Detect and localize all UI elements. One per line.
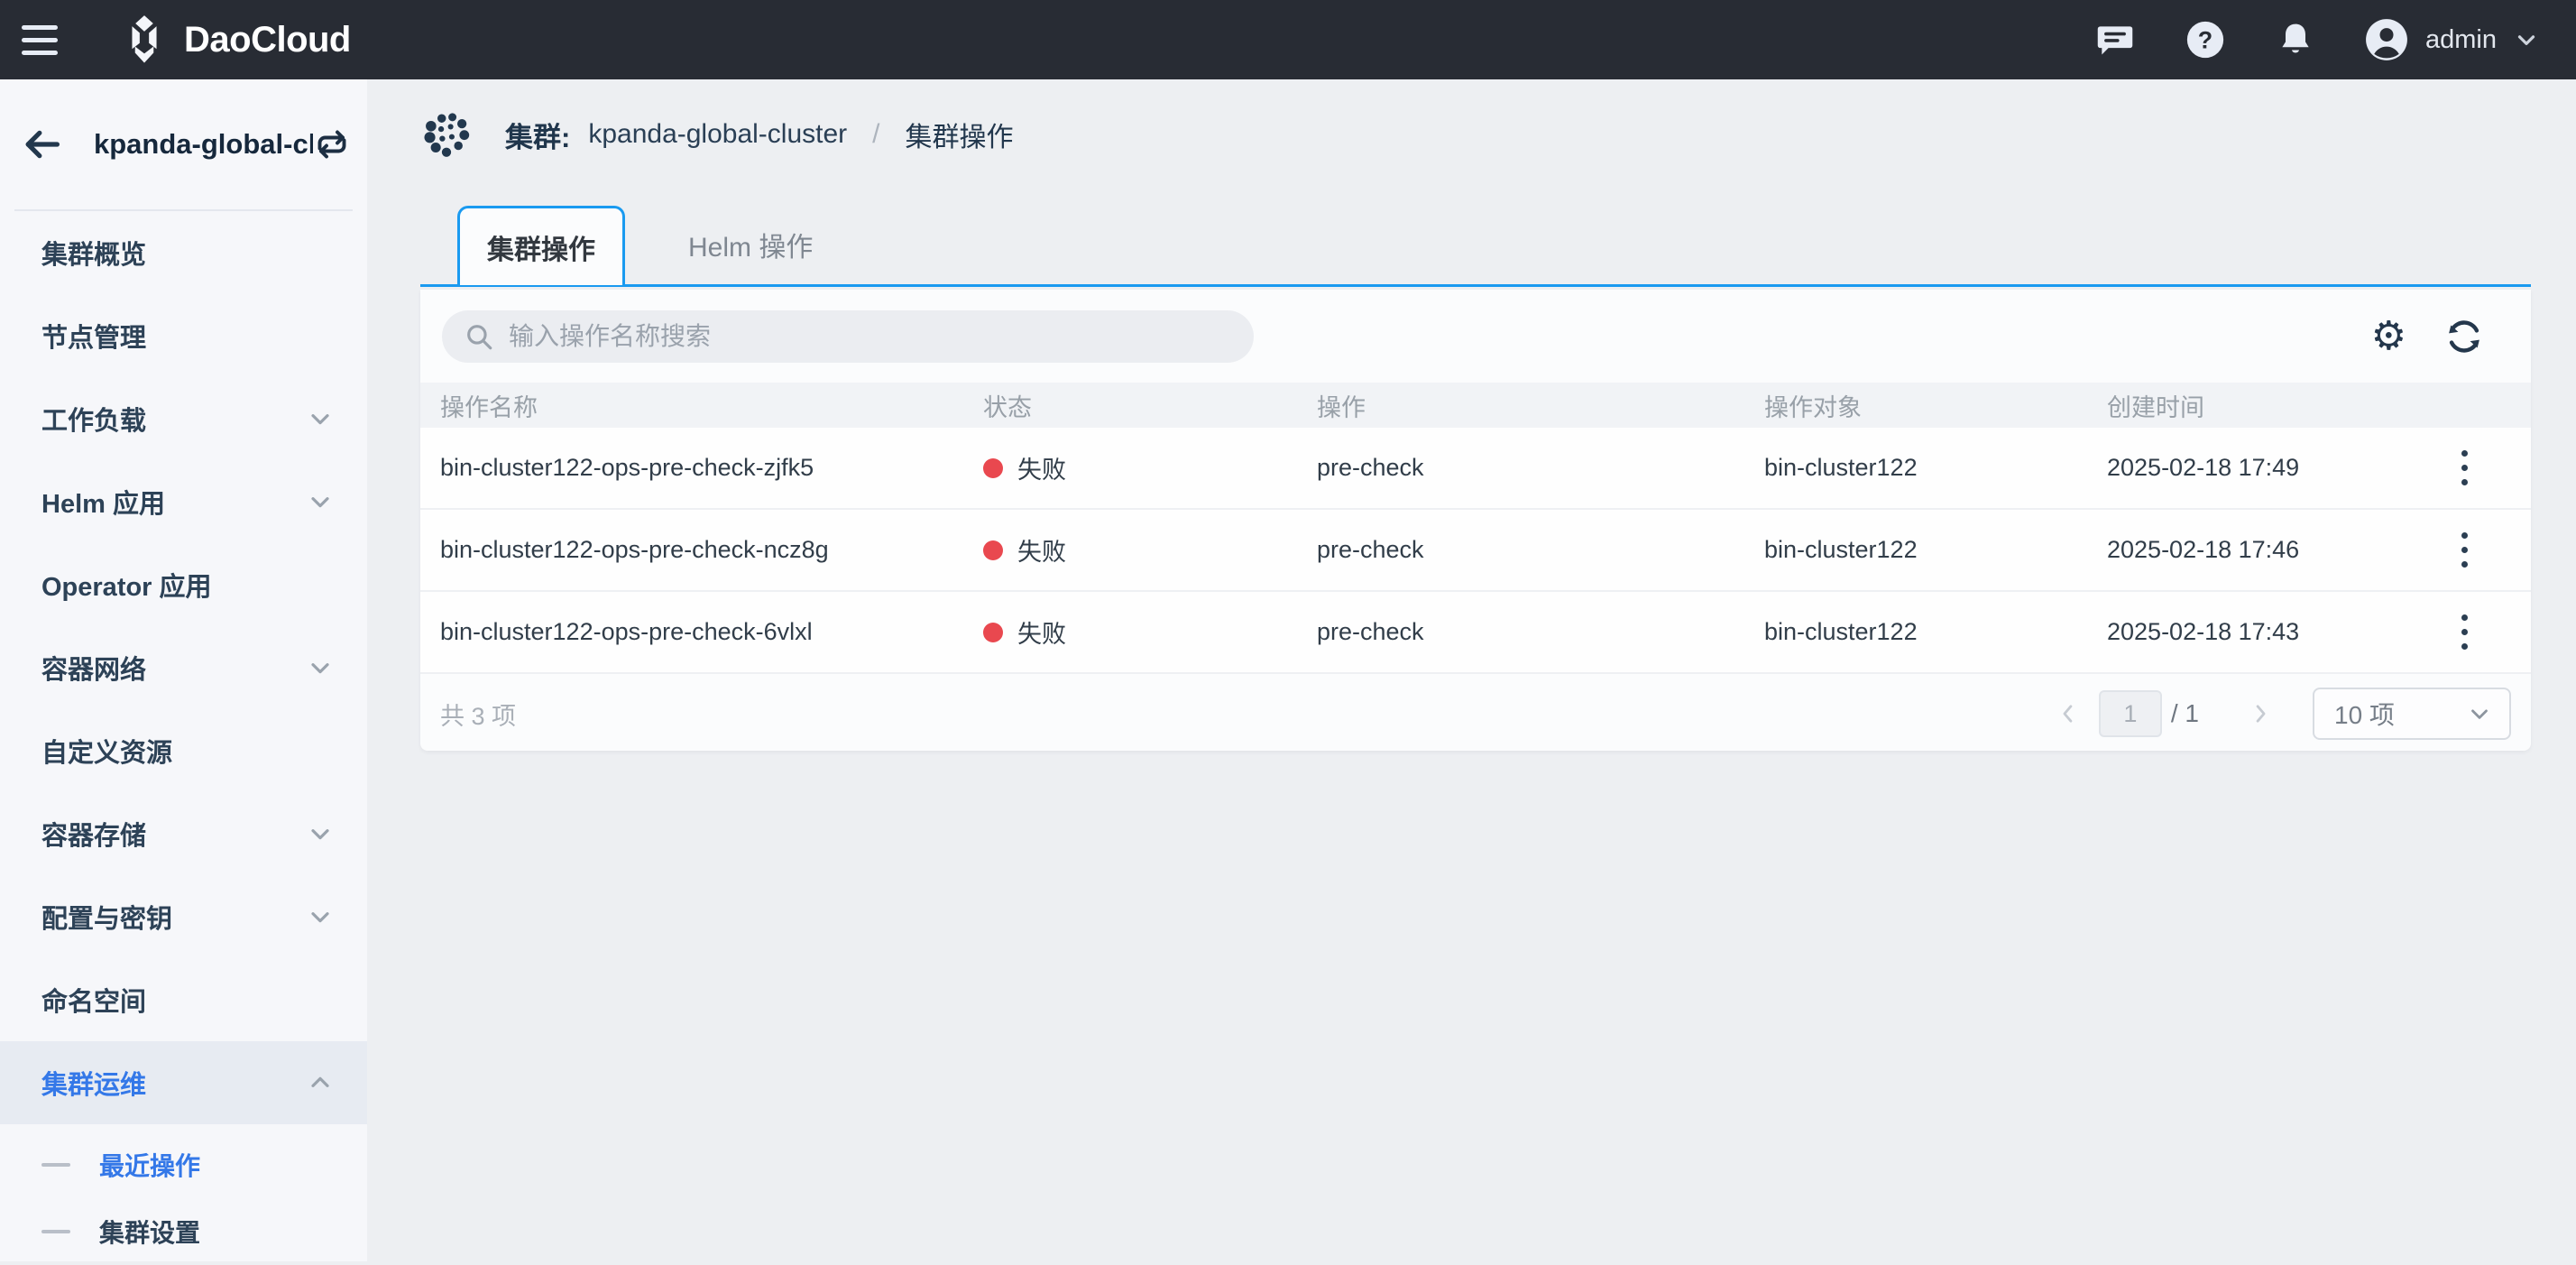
- total-count: 共 3 项: [440, 697, 516, 732]
- notification-bell-icon[interactable]: [2274, 18, 2317, 61]
- status-badge: 失败: [1017, 532, 1066, 568]
- search-input[interactable]: [509, 322, 1232, 351]
- sidebar: kpanda-global-cl... 集群概览 节点管理 工作负载 Helm …: [0, 79, 367, 1261]
- breadcrumb: 集群: kpanda-global-cluster / 集群操作: [420, 108, 1014, 161]
- row-actions-kebab-icon[interactable]: [2454, 525, 2475, 575]
- operation-type: pre-check: [1317, 454, 1764, 482]
- avatar: [2364, 17, 2409, 62]
- toolbar: ⚙: [420, 290, 2531, 383]
- tab-helm-operations[interactable]: Helm 操作: [625, 205, 876, 284]
- sidebar-subitem-cluster-settings[interactable]: 集群设置: [0, 1198, 367, 1265]
- status-badge: 失败: [1017, 450, 1066, 485]
- help-icon[interactable]: ?: [2184, 18, 2227, 61]
- breadcrumb-cluster[interactable]: kpanda-global-cluster: [588, 119, 847, 150]
- column-header-target: 操作对象: [1764, 388, 2107, 423]
- operations-panel: ⚙ 操作名称 状态 操作 操作对象 创建时间 bin-cluster122-op…: [420, 290, 2531, 751]
- table-header: 操作名称 状态 操作 操作对象 创建时间: [420, 383, 2531, 428]
- refresh-icon[interactable]: [2444, 317, 2484, 356]
- column-header-name: 操作名称: [440, 388, 983, 423]
- message-icon[interactable]: [2093, 18, 2137, 61]
- operation-name: bin-cluster122-ops-pre-check-zjfk5: [440, 454, 983, 482]
- sidebar-item-config-secrets[interactable]: 配置与密钥: [0, 875, 367, 958]
- topbar: DaoCloud ?: [0, 0, 2576, 79]
- page-size-select[interactable]: 10 项: [2313, 688, 2511, 740]
- created-time: 2025-02-18 17:43: [2107, 618, 2435, 646]
- operation-name: bin-cluster122-ops-pre-check-6vlxl: [440, 618, 983, 646]
- main-content: 集群: kpanda-global-cluster / 集群操作 集群操作 He…: [367, 79, 2576, 1261]
- brand: DaoCloud: [119, 14, 351, 65]
- menu-toggle-icon[interactable]: [0, 0, 79, 79]
- status-badge: 失败: [1017, 614, 1066, 650]
- daocloud-logo-icon: [119, 14, 170, 65]
- table-row: bin-cluster122-ops-pre-check-zjfk5 失败 pr…: [420, 428, 2531, 510]
- dash-icon: [41, 1163, 70, 1167]
- operation-type: pre-check: [1317, 536, 1764, 564]
- created-time: 2025-02-18 17:46: [2107, 536, 2435, 564]
- username: admin: [2425, 25, 2497, 55]
- chevron-down-icon: [306, 902, 335, 931]
- prev-page-chevron-icon[interactable]: [2050, 696, 2086, 732]
- sidebar-item-workloads[interactable]: 工作负载: [0, 377, 367, 460]
- status-failed-dot-icon: [983, 458, 1003, 478]
- pagination: / 1 10 项: [2050, 688, 2511, 740]
- sidebar-item-cluster-overview[interactable]: 集群概览: [0, 211, 367, 294]
- table-footer: 共 3 项 / 1 10 项: [420, 674, 2531, 753]
- sidebar-item-container-network[interactable]: 容器网络: [0, 626, 367, 709]
- chevron-down-icon: [306, 404, 335, 433]
- breadcrumb-prefix: 集群:: [505, 115, 570, 155]
- sidebar-item-cluster-ops[interactable]: 集群运维: [0, 1041, 367, 1124]
- next-page-chevron-icon[interactable]: [2242, 696, 2278, 732]
- chevron-down-icon: [306, 819, 335, 848]
- tab-cluster-operations[interactable]: 集群操作: [457, 206, 625, 285]
- sidebar-item-container-storage[interactable]: 容器存储: [0, 792, 367, 875]
- chevron-down-icon: [306, 653, 335, 682]
- operation-name: bin-cluster122-ops-pre-check-ncz8g: [440, 536, 983, 564]
- sidebar-subitem-recent-operations[interactable]: 最近操作: [0, 1131, 367, 1198]
- row-actions-kebab-icon[interactable]: [2454, 607, 2475, 657]
- chevron-down-icon: [306, 487, 335, 516]
- table-row: bin-cluster122-ops-pre-check-ncz8g 失败 pr…: [420, 510, 2531, 592]
- column-header-status: 状态: [983, 388, 1317, 423]
- page-total: / 1: [2171, 699, 2199, 728]
- user-menu[interactable]: admin: [2364, 17, 2540, 62]
- tab-bar: 集群操作 Helm 操作: [420, 208, 2531, 287]
- operation-target: bin-cluster122: [1764, 454, 2107, 482]
- svg-text:?: ?: [2198, 27, 2213, 54]
- operation-type: pre-check: [1317, 618, 1764, 646]
- column-header-created: 创建时间: [2107, 388, 2435, 423]
- cluster-dots-icon: [420, 108, 473, 161]
- search-icon: [464, 321, 494, 352]
- sidebar-item-custom-resources[interactable]: 自定义资源: [0, 709, 367, 792]
- switch-cluster-icon[interactable]: [313, 125, 351, 163]
- sidebar-item-node-management[interactable]: 节点管理: [0, 294, 367, 377]
- status-failed-dot-icon: [983, 623, 1003, 642]
- sidebar-item-namespaces[interactable]: 命名空间: [0, 958, 367, 1041]
- row-actions-kebab-icon[interactable]: [2454, 443, 2475, 493]
- breadcrumb-current: 集群操作: [906, 115, 1014, 154]
- status-cell: 失败: [983, 614, 1317, 650]
- created-time: 2025-02-18 17:49: [2107, 454, 2435, 482]
- operation-target: bin-cluster122: [1764, 536, 2107, 564]
- sidebar-item-operator-apps[interactable]: Operator 应用: [0, 543, 367, 626]
- chevron-up-icon: [306, 1068, 335, 1097]
- page-size-value: 10 项: [2334, 696, 2395, 732]
- status-cell: 失败: [983, 450, 1317, 485]
- settings-gear-icon[interactable]: ⚙: [2371, 317, 2406, 356]
- user-menu-chevron-down-icon: [2513, 26, 2540, 53]
- operation-target: bin-cluster122: [1764, 618, 2107, 646]
- brand-name: DaoCloud: [184, 20, 351, 60]
- dash-icon: [41, 1230, 70, 1233]
- status-failed-dot-icon: [983, 540, 1003, 560]
- table-row: bin-cluster122-ops-pre-check-6vlxl 失败 pr…: [420, 592, 2531, 674]
- status-cell: 失败: [983, 532, 1317, 568]
- select-chevron-down-icon: [2466, 700, 2493, 727]
- sidebar-item-helm-apps[interactable]: Helm 应用: [0, 460, 367, 543]
- search-box[interactable]: [442, 310, 1254, 363]
- column-header-action: 操作: [1317, 388, 1764, 423]
- page-number-input[interactable]: [2099, 690, 2162, 737]
- cluster-name: kpanda-global-cl...: [94, 128, 313, 161]
- back-arrow-icon[interactable]: [20, 128, 61, 161]
- breadcrumb-separator: /: [872, 119, 879, 150]
